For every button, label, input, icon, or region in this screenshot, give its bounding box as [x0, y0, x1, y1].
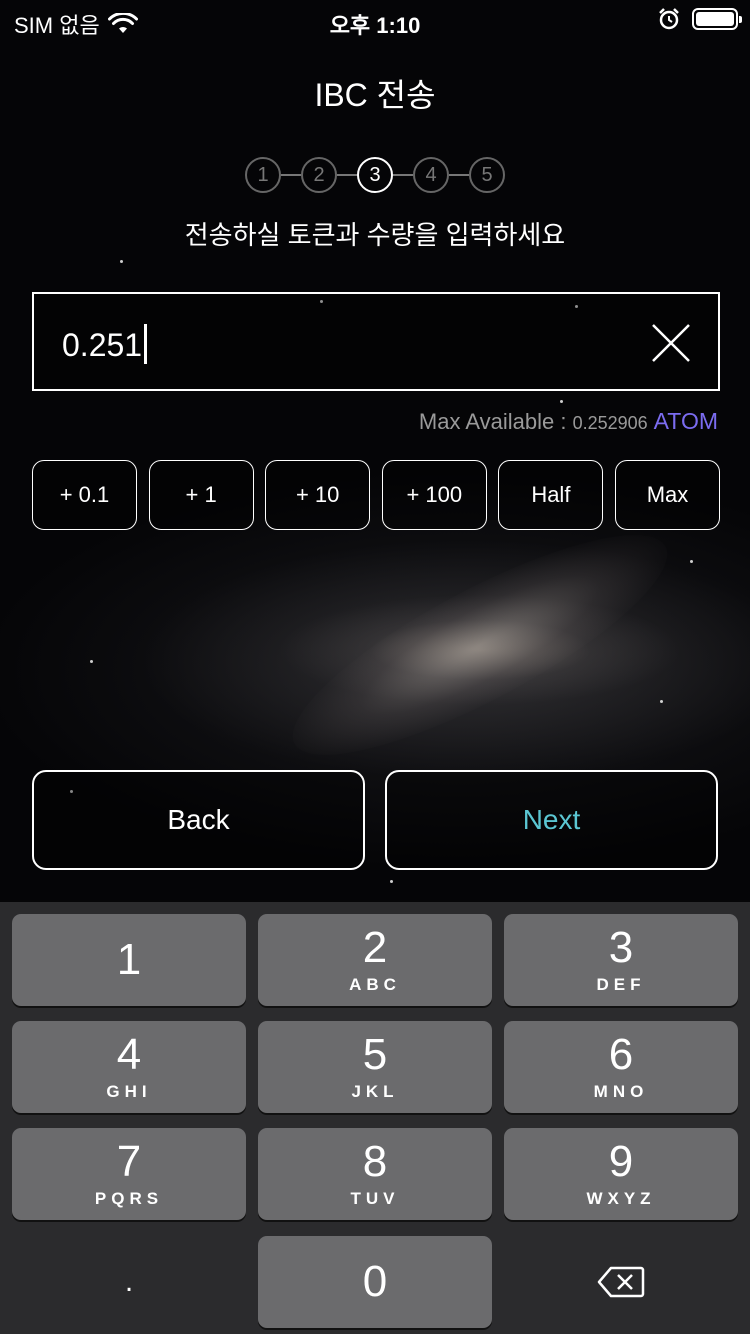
key-digit: 4	[116, 1030, 142, 1079]
backspace-icon	[597, 1266, 645, 1298]
key-letters: PQRS	[94, 1189, 164, 1208]
step-connector	[449, 174, 469, 176]
key-9[interactable]: 9 WXYZ	[504, 1128, 738, 1220]
key-digit: 9	[608, 1137, 634, 1186]
back-button[interactable]: Back	[32, 770, 365, 870]
key-letters: MNO	[593, 1082, 649, 1101]
key-2[interactable]: 2 ABC	[258, 914, 492, 1006]
step-3: 3	[357, 157, 393, 193]
star	[90, 660, 93, 663]
status-time: 오후 1:10	[329, 13, 421, 38]
alarm-icon	[659, 8, 679, 30]
numeric-keypad: 1 2 ABC 3 DEF 4 GHI 5 JKL 6 MNO 7 PQRS 8…	[0, 902, 750, 1334]
status-bar: SIM 없음 오후 1:10	[0, 0, 750, 40]
galaxy-background	[0, 0, 750, 902]
key-letters: ABC	[349, 975, 401, 994]
key-digit: 7	[116, 1137, 142, 1186]
step-connector	[337, 174, 357, 176]
key-digit: 0	[362, 1257, 388, 1306]
step-connector	[393, 174, 413, 176]
key-digit: 6	[608, 1030, 634, 1079]
token-denom: ATOM	[653, 408, 718, 434]
text-caret	[144, 324, 148, 364]
add-100-button[interactable]: + 100	[381, 460, 487, 530]
step-indicator: 1 2 3 4 5	[245, 157, 505, 193]
key-4[interactable]: 4 GHI	[12, 1021, 246, 1113]
page-title: IBC 전송	[314, 77, 436, 113]
key-0[interactable]: 0	[258, 1236, 492, 1328]
galaxy-glow	[268, 497, 692, 793]
key-delete[interactable]	[504, 1236, 738, 1328]
key-5[interactable]: 5 JKL	[258, 1021, 492, 1113]
key-letters: GHI	[106, 1082, 152, 1101]
step-connector	[281, 174, 301, 176]
key-digit: 8	[362, 1137, 388, 1186]
star	[660, 700, 663, 703]
add-1-button[interactable]: + 1	[148, 460, 254, 530]
amount-value: 0.251	[62, 327, 143, 363]
star	[120, 260, 123, 263]
max-available: Max Available : 0.252906 ATOM	[419, 408, 718, 435]
add-10-button[interactable]: + 10	[265, 460, 371, 530]
half-button[interactable]: Half	[498, 460, 604, 530]
max-available-value: 0.252906	[572, 413, 648, 433]
key-1[interactable]: 1	[12, 914, 246, 1006]
next-button[interactable]: Next	[385, 770, 718, 870]
star	[690, 560, 693, 563]
decimal-point: .	[124, 1265, 134, 1298]
key-7[interactable]: 7 PQRS	[12, 1128, 246, 1220]
amount-value-wrap: 0.251	[62, 324, 148, 364]
key-letters: JKL	[351, 1082, 399, 1101]
key-digit: 2	[362, 923, 388, 972]
key-digit: 5	[362, 1030, 388, 1079]
amount-input[interactable]: 0.251	[32, 292, 720, 391]
step-1: 1	[245, 157, 281, 193]
clear-icon[interactable]	[650, 322, 692, 364]
key-letters: WXYZ	[586, 1189, 656, 1208]
key-digit: 1	[116, 935, 142, 984]
status-right	[658, 8, 742, 30]
max-button[interactable]: Max	[614, 460, 720, 530]
step-2: 2	[301, 157, 337, 193]
key-letters: DEF	[596, 975, 646, 994]
max-available-label: Max Available :	[418, 409, 573, 434]
step-4: 4	[413, 157, 449, 193]
key-6[interactable]: 6 MNO	[504, 1021, 738, 1113]
key-letters: TUV	[350, 1189, 400, 1208]
instruction-text: 전송하실 토큰과 수량을 입력하세요	[184, 220, 566, 250]
key-digit: 3	[608, 923, 634, 972]
add-0.1-button[interactable]: + 0.1	[32, 460, 137, 530]
star	[560, 400, 563, 403]
step-5: 5	[469, 157, 505, 193]
key-8[interactable]: 8 TUV	[258, 1128, 492, 1220]
battery-icon	[692, 8, 742, 30]
quick-amount-buttons: + 0.1 + 1 + 10 + 100 Half Max	[32, 460, 720, 530]
key-3[interactable]: 3 DEF	[504, 914, 738, 1006]
star	[390, 880, 393, 883]
key-decimal[interactable]: .	[12, 1236, 246, 1328]
